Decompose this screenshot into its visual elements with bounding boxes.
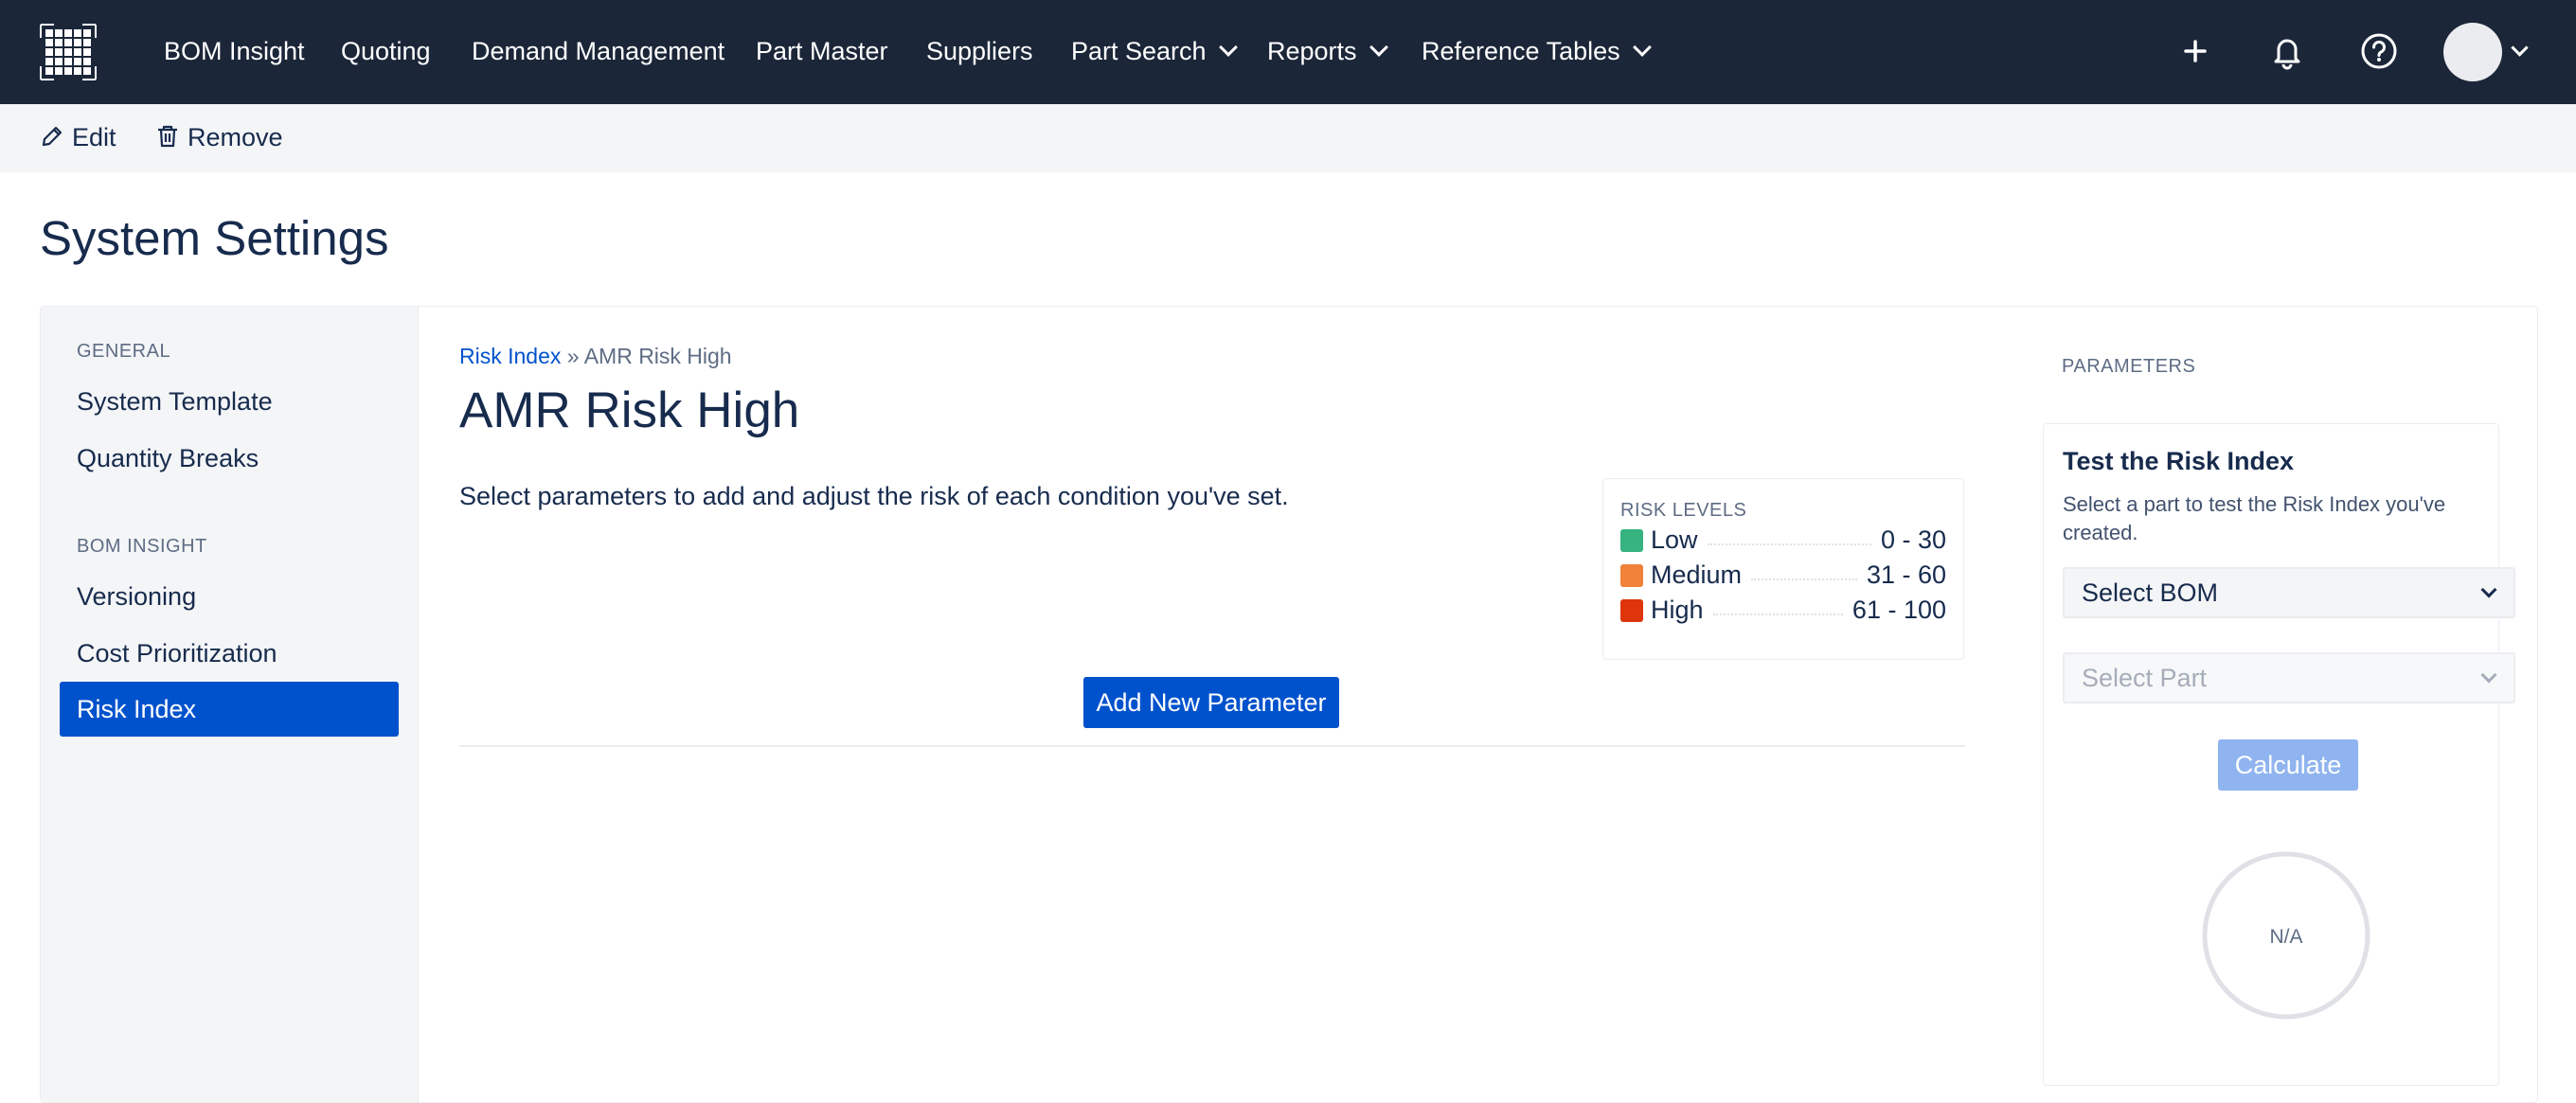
select-bom-dropdown[interactable]: Select BOM [2063,567,2515,618]
add-new-parameter-button[interactable]: Add New Parameter [1083,677,1339,728]
test-description: Select a part to test the Risk Index you… [2063,492,2446,544]
sidebar-item-cost-prioritization[interactable]: Cost Prioritization [60,626,399,681]
divider [459,745,1965,747]
trash-icon [158,125,177,147]
nav-suppliers[interactable]: Suppliers [926,35,1033,67]
risk-index-heading: AMR Risk High [459,382,800,438]
breadcrumb-separator: » [566,344,580,368]
high-swatch [1620,598,1643,622]
select-part-value: Select Part [2082,664,2208,692]
risk-level-range: 31 - 60 [1866,560,1946,589]
description-text: Select parameters to add and adjust the … [459,482,1289,510]
parameters-pane: PARAMETERS Test the Risk Index Select a … [2003,307,2537,1102]
chevron-down-icon[interactable] [2511,39,2529,57]
sidebar-item-quantity-breaks[interactable]: Quantity Breaks [60,431,399,486]
nav-quoting[interactable]: Quoting [341,35,431,67]
sidebar-item-system-template[interactable]: System Template [60,374,399,429]
remove-button[interactable]: Remove [155,121,283,153]
risk-level-range: 0 - 30 [1880,525,1946,554]
parameters-label: PARAMETERS [2062,356,2196,377]
plus-icon[interactable] [2174,30,2216,72]
breadcrumb: Risk Index » AMR Risk High [459,343,732,369]
app-grid-icon[interactable] [40,24,97,80]
chevron-down-icon [1632,38,1652,57]
test-title: Test the Risk Index [2063,447,2295,475]
risk-level-name: Medium [1651,560,1743,589]
calculate-button[interactable]: Calculate [2218,739,2358,791]
leader-dots [1712,613,1843,615]
sidebar-item-versioning[interactable]: Versioning [60,569,399,624]
nav-part-search[interactable]: Part Search [1071,35,1238,67]
test-risk-index-card: Test the Risk Index Select a part to tes… [2043,423,2515,1086]
risk-level-name: Low [1651,525,1698,554]
risk-levels-title: RISK LEVELS [1620,500,1747,521]
chevron-down-icon [2480,667,2497,684]
bell-icon[interactable] [2266,30,2308,72]
chevron-down-icon [1218,38,1238,57]
risk-levels-legend: RISK LEVELS Low 0 - 30 Medium 31 - 60 Hi… [1602,478,1964,660]
breadcrumb-current: AMR Risk High [583,344,732,368]
nav-reports[interactable]: Reports [1267,35,1388,67]
risk-level-low: Low 0 - 30 [1620,523,1946,558]
risk-score-gauge: N/A [2202,851,2370,1020]
page-title: System Settings [40,211,389,265]
risk-level-medium: Medium 31 - 60 [1620,558,1946,593]
nav-demand-management[interactable]: Demand Management [472,35,724,67]
risk-score-value: N/A [2269,926,2302,948]
main-content: Risk Index » AMR Risk High AMR Risk High… [459,307,2003,1102]
settings-panel: GENERAL System Template Quantity Breaks … [40,306,2538,1103]
medium-swatch [1620,563,1643,587]
risk-level-range: 61 - 100 [1852,596,1946,624]
sidebar-heading-bom-insight: BOM INSIGHT [77,536,207,557]
pencil-icon [42,126,63,146]
sidebar-heading-general: GENERAL [77,341,171,362]
nav-part-master[interactable]: Part Master [756,35,888,67]
risk-level-high: High 61 - 100 [1620,593,1946,628]
leader-dots [1751,578,1857,580]
edit-button[interactable]: Edit [40,121,116,153]
settings-sidebar: GENERAL System Template Quantity Breaks … [41,307,419,1102]
nav-reference-tables[interactable]: Reference Tables [1422,35,1652,67]
action-toolbar: Edit Remove [0,104,2576,172]
avatar[interactable] [2443,23,2502,81]
top-navbar: BOM Insight Quoting Demand Management Pa… [0,0,2576,104]
risk-level-name: High [1651,596,1704,624]
leader-dots [1707,543,1871,545]
select-part-dropdown[interactable]: Select Part [2063,652,2515,703]
select-bom-value: Select BOM [2082,578,2219,607]
chevron-down-icon [1368,38,1388,57]
low-swatch [1620,528,1643,552]
breadcrumb-link-risk-index[interactable]: Risk Index [459,344,561,368]
sidebar-item-risk-index[interactable]: Risk Index [60,682,399,737]
chevron-down-icon [2480,581,2497,598]
nav-bom-insight[interactable]: BOM Insight [164,35,305,67]
help-icon[interactable] [2358,30,2400,72]
